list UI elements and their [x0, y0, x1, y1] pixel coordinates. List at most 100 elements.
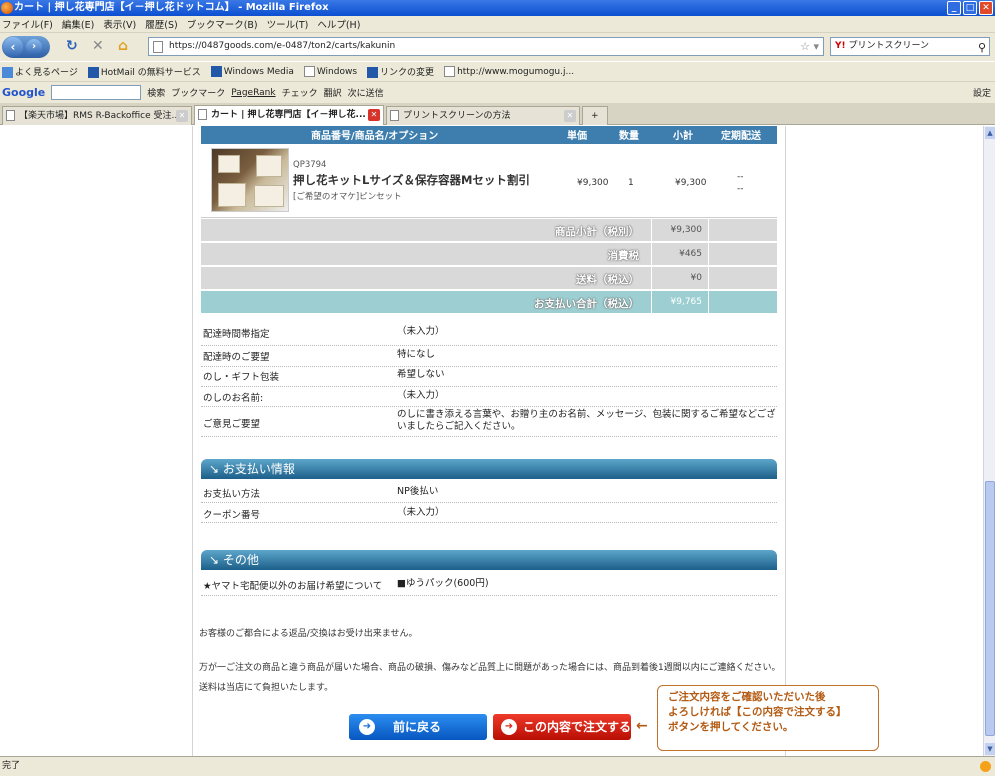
tab-printscreen[interactable]: プリントスクリーンの方法 ✕: [386, 106, 580, 125]
page-content: 商品番号/商品名/オプション 単価 数量 小計 定期配送 QP3794 押し花キ…: [0, 126, 983, 756]
header-subtotal: 小計: [673, 131, 693, 142]
tab-bar: 【楽天市場】RMS R-Backoffice 受注... ✕ カート | 押し花…: [0, 103, 995, 125]
spellcheck-button[interactable]: チェック: [282, 86, 318, 99]
menu-history[interactable]: 履歴(S): [145, 17, 177, 31]
bookmark-item[interactable]: Windows: [303, 66, 357, 77]
arrow-left-icon: ←: [636, 718, 648, 734]
product-regular: --: [737, 172, 744, 182]
google-settings-button[interactable]: 設定: [973, 86, 991, 99]
product-price: ¥9,300: [577, 178, 609, 188]
firefox-icon: [1, 2, 13, 14]
noshi-name-row: のしのお名前: （未入力）: [201, 387, 777, 407]
close-tab-icon[interactable]: ✕: [564, 110, 576, 122]
instruction-callout: ご注文内容をご確認いただいた後 よろしければ【この内容で注文する】 ボタンを押し…: [657, 685, 879, 751]
home-icon[interactable]: ⌂: [118, 38, 128, 54]
google-bookmark-button[interactable]: ブックマーク: [171, 86, 225, 99]
scroll-down-arrow[interactable]: ▼: [985, 743, 995, 755]
menu-help[interactable]: ヘルプ(H): [317, 17, 360, 31]
translate-button[interactable]: 翻訳: [324, 86, 342, 99]
minimize-button[interactable]: _: [947, 1, 961, 15]
menu-tools[interactable]: ツール(T): [267, 17, 309, 31]
chevron-down-icon: ↘: [209, 462, 220, 476]
payment-method-row: お支払い方法 NP後払い: [201, 483, 777, 503]
status-text: 完了: [2, 761, 21, 771]
search-input[interactable]: Y! プリントスクリーン ⚲: [830, 37, 990, 56]
delivery-request-row: 配達時のご要望 特になし: [201, 346, 777, 367]
summary-row-subtotal: 商品小計（税別） ¥9,300: [201, 219, 777, 242]
payment-section-header: ↘ お支払い情報: [201, 459, 777, 479]
close-tab-icon[interactable]: ✕: [176, 110, 188, 122]
summary-row-total: お支払い合計（税込） ¥9,765: [201, 291, 777, 314]
close-tab-icon[interactable]: ✕: [368, 109, 380, 121]
new-tab-button[interactable]: +: [582, 106, 608, 125]
vertical-scrollbar[interactable]: ▲ ▼: [983, 126, 995, 756]
page-icon: [198, 109, 207, 120]
pagerank-button[interactable]: PageRank: [231, 88, 275, 98]
url-text: https://0487goods.com/e-0487/ton2/carts/…: [169, 41, 396, 51]
back-button[interactable]: ➜ 前に戻る: [349, 714, 487, 740]
menu-bookmarks[interactable]: ブックマーク(B): [187, 17, 258, 31]
tab-cart[interactable]: カート | 押し花専門店【イ－押し花... ✕: [194, 105, 384, 125]
yahoo-icon[interactable]: Y!: [835, 41, 846, 51]
search-text: プリントスクリーン: [848, 41, 930, 51]
product-image[interactable]: [211, 148, 289, 212]
other-section-header: ↘ その他: [201, 550, 777, 570]
google-toolbar: Google 検索 ブックマーク PageRank チェック 翻訳 次に送信 設…: [0, 81, 995, 103]
arrow-right-icon: ➜: [501, 719, 517, 735]
menu-file[interactable]: ファイル(F): [2, 17, 53, 31]
page-icon: [390, 110, 399, 121]
product-regular: --: [737, 184, 744, 194]
reload-icon[interactable]: ↻: [66, 38, 78, 54]
forward-button[interactable]: ›: [26, 39, 42, 55]
product-option: [ご希望のオマケ]ピンセット: [293, 192, 402, 202]
close-window-button[interactable]: ✕: [979, 1, 993, 15]
comments-row: ご意見ご要望 のしに書き添える言葉や、お贈り主のお名前、メッセージ、包装に関する…: [201, 407, 777, 437]
maximize-button[interactable]: □: [963, 1, 977, 15]
cart-product-row: QP3794 押し花キットLサイズ＆保存容器Mセット割引 [ご希望のオマケ]ピン…: [201, 144, 777, 218]
bookmarks-toolbar: よく見るページ HotMail の無料サービス Windows Media Wi…: [0, 61, 995, 81]
back-forward-buttons: ‹ ›: [2, 36, 50, 58]
product-subtotal: ¥9,300: [675, 178, 707, 188]
menu-view[interactable]: 表示(V): [103, 17, 136, 31]
page-icon: [6, 110, 15, 121]
submit-order-button[interactable]: ➜ この内容で注文する: [493, 714, 631, 740]
cart-confirmation-panel: 商品番号/商品名/オプション 単価 数量 小計 定期配送 QP3794 押し花キ…: [192, 126, 786, 756]
bookmark-item[interactable]: http://www.mogumogu.j...: [444, 66, 574, 77]
shipping-cost-note: 送料は当店にて負担いたします。: [199, 683, 334, 693]
url-bar[interactable]: https://0487goods.com/e-0487/ton2/carts/…: [148, 37, 824, 56]
scroll-up-arrow[interactable]: ▲: [985, 127, 995, 139]
google-search-button[interactable]: 検索: [147, 86, 165, 99]
menu-bar: ファイル(F) 編集(E) 表示(V) 履歴(S) ブックマーク(B) ツール(…: [0, 16, 995, 33]
summary-row-shipping: 送料（税込） ¥0: [201, 267, 777, 290]
bookmark-item[interactable]: リンクの変更: [367, 65, 434, 78]
header-price: 単価: [567, 131, 587, 142]
back-button[interactable]: ‹: [3, 37, 23, 57]
tab-rakuten[interactable]: 【楽天市場】RMS R-Backoffice 受注... ✕: [2, 106, 192, 125]
status-bar: 完了: [0, 756, 995, 776]
scrollbar-thumb[interactable]: [985, 481, 995, 736]
defect-policy-note: 万が一ご注文の商品と違う商品が届いた場合、商品の破損、傷みなど品質上に問題があっ…: [199, 663, 781, 673]
window-titlebar: カート | 押し花専門店【イ－押し花ドットコム】 - Mozilla Firef…: [0, 0, 995, 16]
bookmark-item[interactable]: Windows Media: [210, 66, 294, 77]
header-regular: 定期配送: [721, 131, 761, 142]
bookmark-item[interactable]: HotMail の無料サービス: [87, 65, 201, 78]
delivery-time-row: 配達時間帯指定 （未入力）: [201, 326, 777, 346]
product-name: 押し花キットLサイズ＆保存容器Mセット割引: [293, 173, 530, 187]
navigation-toolbar: ‹ › ↻ ✕ ⌂ https://0487goods.com/e-0487/t…: [0, 33, 995, 61]
page-icon: [153, 41, 163, 53]
stop-icon[interactable]: ✕: [92, 38, 104, 54]
bookmark-star-icon[interactable]: ☆ ▾: [800, 38, 819, 55]
payment-section-title: お支払い情報: [222, 462, 295, 476]
google-logo[interactable]: Google: [2, 86, 45, 99]
delivery-option-row: ★ヤマト宅配便以外のお届け希望について ■ゆうパック(600円): [201, 574, 777, 596]
gift-wrap-row: のし・ギフト包装 希望しない: [201, 367, 777, 387]
arrow-left-icon: ➜: [359, 719, 375, 735]
send-to-button[interactable]: 次に送信: [348, 86, 384, 99]
bookmark-item[interactable]: よく見るページ: [2, 65, 78, 78]
window-title: カート | 押し花専門店【イ－押し花ドットコム】 - Mozilla Firef…: [14, 2, 329, 13]
google-search-input[interactable]: [51, 85, 142, 100]
search-icon[interactable]: ⚲: [978, 39, 986, 56]
menu-edit[interactable]: 編集(E): [62, 17, 94, 31]
header-qty: 数量: [619, 131, 639, 142]
cart-table-header: 商品番号/商品名/オプション 単価 数量 小計 定期配送: [201, 126, 777, 144]
